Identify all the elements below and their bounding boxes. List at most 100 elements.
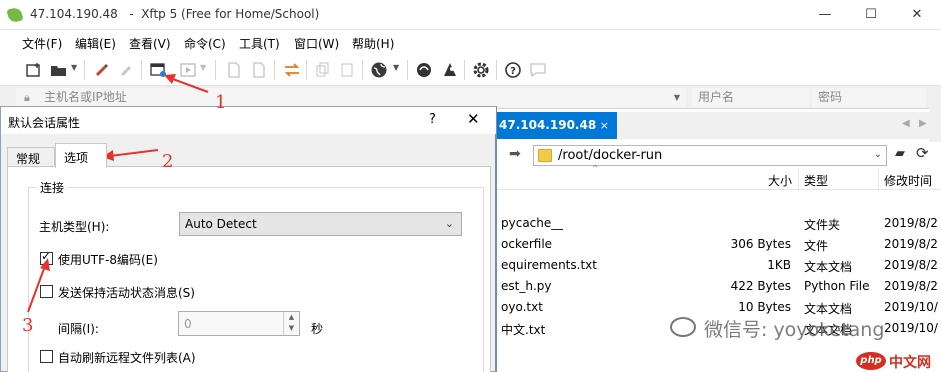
session-tab-label: 47.104.190.48 xyxy=(499,118,597,132)
help-icon[interactable]: ? xyxy=(504,61,522,79)
file-modified: 2019/8/2 xyxy=(884,216,938,230)
sort-indicator-icon: ⌃ xyxy=(591,164,600,175)
dialog-help-button[interactable]: ? xyxy=(429,112,436,127)
refresh-icon[interactable]: ⟳ xyxy=(916,144,929,162)
table-row[interactable]: ockerfile 306 Bytes 文件 2019/8/2 xyxy=(493,234,941,255)
chevron-down-icon[interactable]: ⌄ xyxy=(874,149,882,160)
menu-view[interactable]: 查看(V) xyxy=(129,35,171,52)
folder-open-icon[interactable]: ▰ xyxy=(895,146,905,161)
menu-bar: 文件(F) 编辑(E) 查看(V) 命令(C) 工具(T) 窗口(W) 帮助(H… xyxy=(0,30,941,54)
gear-icon[interactable] xyxy=(472,61,490,79)
stepper-buttons: ▲ ▼ xyxy=(283,312,299,335)
options-tab-page: 连接 xyxy=(7,166,491,372)
download-icon[interactable] xyxy=(225,61,243,79)
interval-stepper[interactable]: 0 ▲ ▼ xyxy=(178,311,300,336)
file-name: 中文.txt xyxy=(501,323,546,337)
xshell-icon[interactable] xyxy=(415,61,433,79)
tab-general[interactable]: 常规 xyxy=(7,147,55,167)
column-size[interactable]: 大小 xyxy=(768,172,792,189)
file-modified: 2019/10/ xyxy=(884,321,938,335)
menu-help[interactable]: 帮助(H) xyxy=(352,35,394,52)
copy-icon[interactable] xyxy=(314,61,332,79)
session-properties-icon[interactable] xyxy=(150,61,168,79)
maximize-button[interactable]: ☐ xyxy=(848,0,894,30)
session-tab[interactable]: 47.104.190.48 × xyxy=(493,112,617,139)
chevron-down-icon[interactable]: ▼ xyxy=(393,63,399,72)
autorefresh-label: 自动刷新远程文件列表(A) xyxy=(58,351,196,365)
globe-icon[interactable] xyxy=(370,61,388,79)
new-session-icon[interactable] xyxy=(25,61,43,79)
svg-text:?: ? xyxy=(510,66,516,77)
tab-options[interactable]: 选项 xyxy=(55,143,107,168)
chevron-down-icon[interactable]: ▼ xyxy=(674,88,680,107)
chevron-down-icon: ⌄ xyxy=(444,217,454,230)
menu-command[interactable]: 命令(C) xyxy=(184,35,226,52)
xshell-alt-icon[interactable] xyxy=(441,61,459,79)
autorefresh-checkbox[interactable] xyxy=(40,350,53,363)
tab-scroll-right-icon[interactable]: ▶ xyxy=(919,118,927,129)
column-type[interactable]: 类型 xyxy=(804,172,828,189)
interval-label: 间隔(I): xyxy=(58,322,99,336)
file-modified: 2019/8/2 xyxy=(884,237,938,251)
menu-file[interactable]: 文件(F) xyxy=(22,35,62,52)
dialog-close-button[interactable]: ✕ xyxy=(467,110,480,128)
menu-window[interactable]: 窗口(W) xyxy=(294,35,339,52)
host-placeholder: 主机名或IP地址 xyxy=(44,90,127,104)
toolbar-separator xyxy=(274,60,275,80)
table-row[interactable]: est_h.py 422 Bytes Python File 2019/8/2 xyxy=(493,276,941,297)
lock-icon: 🔒︎ xyxy=(24,91,30,104)
paste-icon[interactable] xyxy=(338,61,356,79)
toolbar-separator xyxy=(496,60,497,80)
file-modified: 2019/8/2 xyxy=(884,258,938,272)
chevron-down-icon[interactable]: ▼ xyxy=(71,63,77,72)
password-input[interactable]: 密码 xyxy=(812,88,926,107)
toolbar-separator xyxy=(306,60,307,80)
upload-icon[interactable] xyxy=(250,61,268,79)
wechat-icon xyxy=(670,317,696,337)
sync-arrows-icon[interactable] xyxy=(283,61,301,79)
column-separator[interactable] xyxy=(878,168,879,190)
annotation-3: 3 xyxy=(22,315,34,336)
file-modified: 2019/8/2 xyxy=(884,279,938,293)
chat-icon[interactable] xyxy=(529,61,547,79)
path-input[interactable]: /root/docker-run ⌄ xyxy=(533,145,887,166)
dialog-title: 默认会话属性 xyxy=(8,116,81,130)
column-modified[interactable]: 修改时间 xyxy=(884,172,932,189)
column-separator[interactable] xyxy=(798,168,799,190)
window-host: 47.104.190.48 xyxy=(30,7,118,21)
annotation-2: 2 xyxy=(162,151,174,172)
username-placeholder: 用户名 xyxy=(698,90,735,104)
table-row[interactable]: pycache__ 文件夹 2019/8/2 xyxy=(493,213,941,234)
disconnect-icon[interactable] xyxy=(118,61,136,79)
session-properties-dialog: 默认会话属性 ? ✕ 常规 选项 连接 主机类型(H): Auto Detect… xyxy=(0,106,497,372)
transfer-icon[interactable] xyxy=(180,61,198,79)
file-list-header: ⌃ 大小 类型 修改时间 xyxy=(493,164,941,190)
close-tab-icon[interactable]: × xyxy=(600,112,609,139)
stepper-up-icon[interactable]: ▲ xyxy=(284,312,299,323)
interval-unit: 秒 xyxy=(311,322,324,336)
keepalive-label: 发送保持活动状态消息(S) xyxy=(58,286,195,300)
keepalive-checkbox[interactable] xyxy=(40,285,53,298)
php-logo: php xyxy=(856,352,886,370)
chevron-down-icon[interactable]: ▼ xyxy=(200,63,206,72)
username-input[interactable]: 用户名 xyxy=(692,88,809,107)
close-button[interactable]: ✕ xyxy=(894,0,940,30)
connect-icon[interactable] xyxy=(93,61,111,79)
menu-edit[interactable]: 编辑(E) xyxy=(75,35,116,52)
utf8-checkbox[interactable]: ✓ xyxy=(40,250,53,265)
open-folder-icon[interactable] xyxy=(50,61,68,79)
toolbar-separator xyxy=(464,60,465,80)
tab-scroll-left-icon[interactable]: ◀ xyxy=(902,118,910,129)
file-type: Python File xyxy=(804,279,870,293)
host-input[interactable]: 🔒︎ 主机名或IP地址 ▼ xyxy=(16,88,686,107)
stepper-down-icon[interactable]: ▼ xyxy=(284,323,299,334)
watermark-text: 微信号: yoyoketang xyxy=(704,319,885,341)
file-name: pycache__ xyxy=(501,216,564,230)
php-site-text: 中文网 xyxy=(889,355,931,371)
host-type-select[interactable]: Auto Detect ⌄ xyxy=(179,212,462,236)
table-row[interactable]: equirements.txt 1KB 文本文档 2019/8/2 xyxy=(493,255,941,276)
forward-arrow-icon[interactable]: ➡︎ xyxy=(509,146,521,162)
minimize-button[interactable]: — xyxy=(802,0,848,30)
php-badge: php 中文网 xyxy=(856,350,941,372)
menu-tools[interactable]: 工具(T) xyxy=(239,35,280,52)
